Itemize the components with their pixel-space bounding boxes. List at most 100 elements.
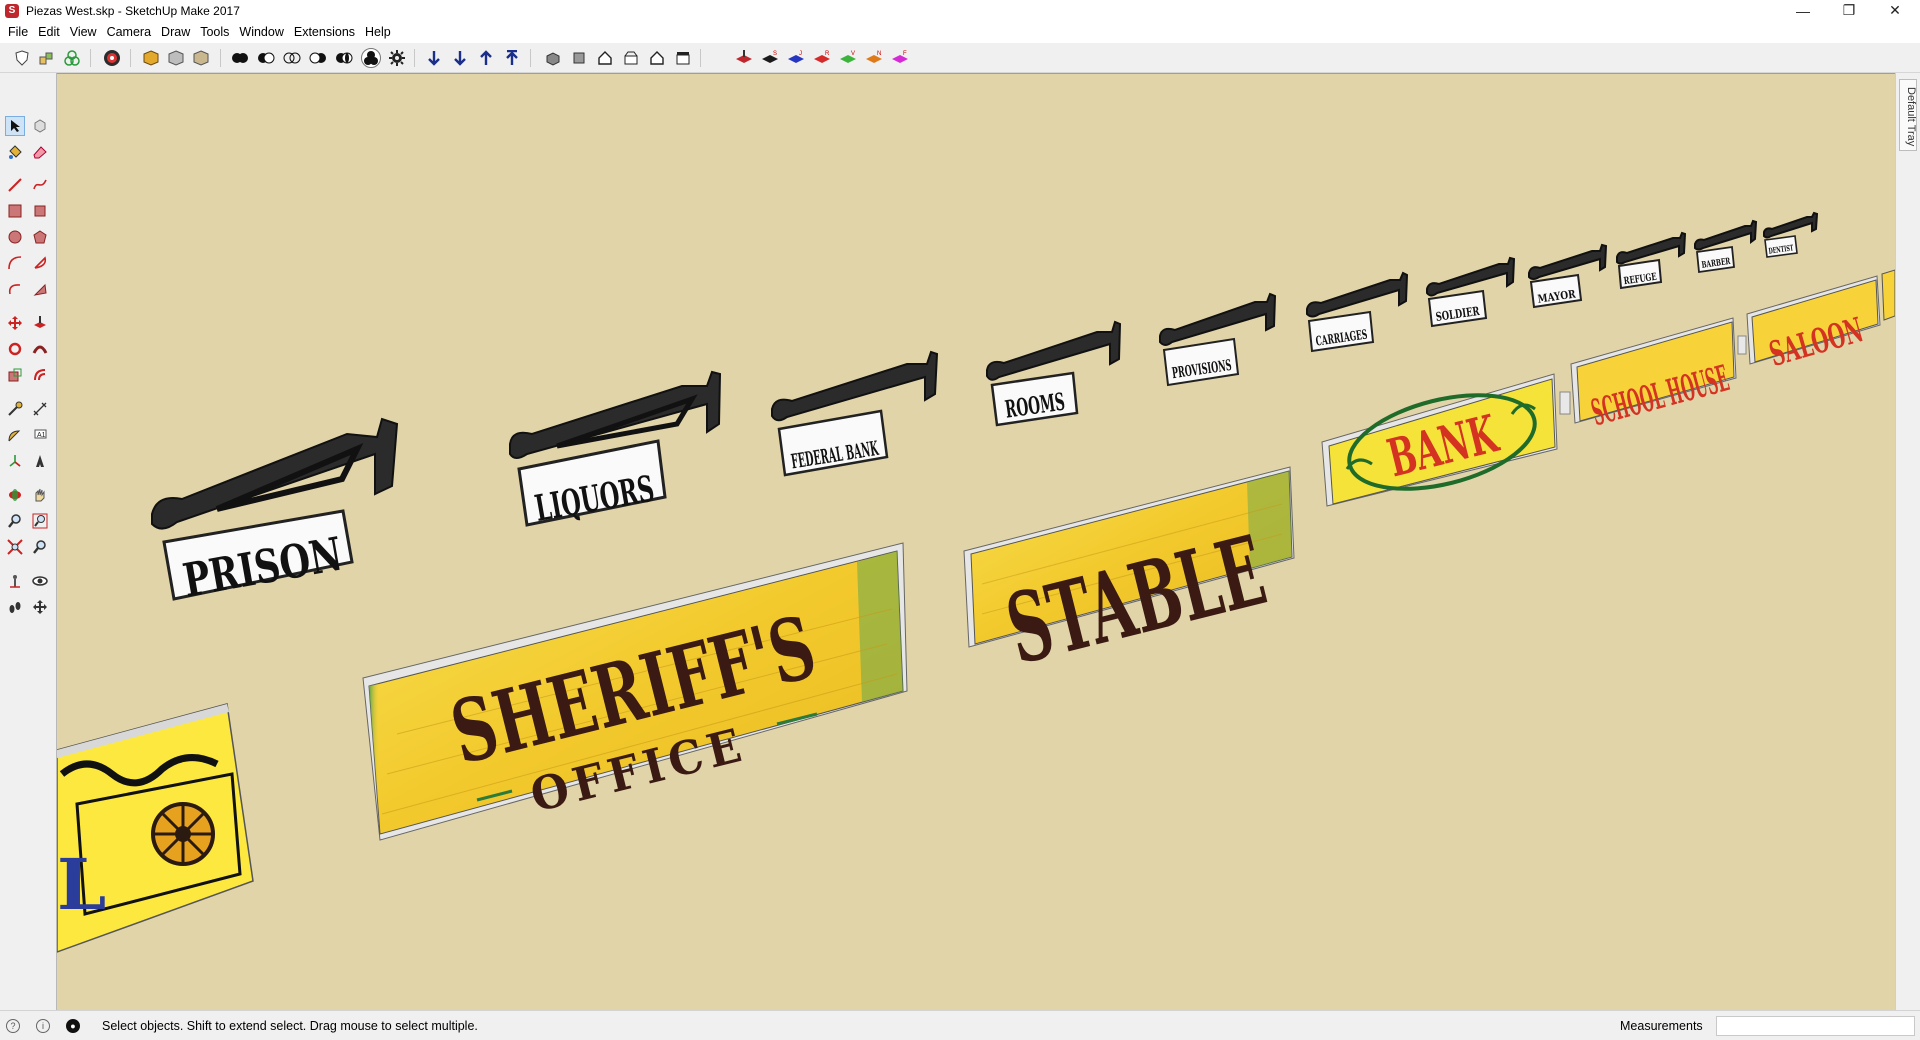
close-button[interactable]: ✕ <box>1872 0 1918 21</box>
position-camera-icon[interactable] <box>5 571 25 591</box>
rotate-icon[interactable] <box>5 339 25 359</box>
rectangle-icon[interactable] <box>5 201 25 221</box>
board-sheriffs-office[interactable]: SHERIFF'S OFFICE <box>362 542 908 841</box>
paint-bucket-icon[interactable] <box>5 142 25 162</box>
board-stable[interactable]: STABLE <box>963 466 1295 686</box>
zoom-window-icon[interactable] <box>30 511 50 531</box>
line-icon[interactable] <box>5 175 25 195</box>
zoom-extents-icon[interactable] <box>5 537 25 557</box>
right-view-icon[interactable] <box>621 48 641 68</box>
follow-me-icon[interactable] <box>30 339 50 359</box>
walk-icon[interactable] <box>5 597 25 617</box>
3point-arc-icon[interactable] <box>5 279 25 299</box>
minimize-button[interactable]: — <box>1780 0 1826 21</box>
menu-window[interactable]: Window <box>234 21 288 43</box>
tape-measure-icon[interactable] <box>5 399 25 419</box>
orbit-icon[interactable] <box>5 485 25 505</box>
dimension-icon[interactable] <box>30 399 50 419</box>
axes-icon[interactable] <box>5 451 25 471</box>
backface-style-icon[interactable] <box>256 48 276 68</box>
previous-view-icon[interactable] <box>30 537 50 557</box>
zoom-icon[interactable] <box>5 511 25 531</box>
3d-warehouse-icon[interactable] <box>141 48 161 68</box>
shield-icon[interactable] <box>12 48 32 68</box>
left-view-icon[interactable] <box>673 48 693 68</box>
hanging-sign-carriages[interactable]: CARRIAGES <box>1306 271 1409 353</box>
menu-file[interactable]: File <box>3 21 33 43</box>
default-tray-tab[interactable]: Default Tray <box>1899 79 1917 151</box>
textured-style-icon[interactable] <box>361 48 381 68</box>
hanging-sign-federal-bank[interactable]: FEDERAL BANK <box>771 350 939 477</box>
menu-camera[interactable]: Camera <box>102 21 156 43</box>
hanging-sign-barber[interactable]: BARBER <box>1694 219 1758 274</box>
front-view-icon[interactable] <box>595 48 615 68</box>
hanging-sign-prison[interactable]: PRISON <box>151 417 399 608</box>
credits-status-icon[interactable]: i <box>36 1019 50 1033</box>
hidden-line-style-icon[interactable] <box>308 48 328 68</box>
extension-warehouse-icon[interactable] <box>166 48 186 68</box>
top-view-icon[interactable] <box>569 48 589 68</box>
arrow-down-2-icon[interactable] <box>450 48 470 68</box>
circle-icon[interactable] <box>5 227 25 247</box>
back-view-icon[interactable] <box>647 48 667 68</box>
protractor-icon[interactable] <box>5 425 25 445</box>
pie-icon[interactable] <box>30 253 50 273</box>
menu-help[interactable]: Help <box>360 21 396 43</box>
menu-view[interactable]: View <box>65 21 102 43</box>
sandbox-n-icon[interactable]: N <box>864 48 884 68</box>
sandbox-icon[interactable] <box>734 48 754 68</box>
geo-status-icon[interactable]: ? <box>6 1019 20 1033</box>
arrow-up-top-icon[interactable] <box>502 48 522 68</box>
rotated-rectangle-icon[interactable] <box>30 201 50 221</box>
push-pull-icon[interactable] <box>30 313 50 333</box>
scale-icon[interactable] <box>5 365 25 385</box>
2point-arc-icon[interactable] <box>30 279 50 299</box>
hanging-sign-mayor[interactable]: MAYOR <box>1528 243 1608 309</box>
shaded-style-icon[interactable] <box>334 48 354 68</box>
select-icon[interactable] <box>5 116 25 136</box>
partial-board[interactable]: L <box>57 703 254 953</box>
section-plane-icon[interactable] <box>30 597 50 617</box>
sandbox-f-icon[interactable]: F <box>890 48 910 68</box>
share-model-icon[interactable] <box>191 48 211 68</box>
hanging-sign-rooms[interactable]: ROOMS <box>986 320 1122 427</box>
menu-edit[interactable]: Edit <box>33 21 65 43</box>
sandbox-j-icon[interactable]: J <box>786 48 806 68</box>
sandbox-s-icon[interactable]: S <box>760 48 780 68</box>
menu-tools[interactable]: Tools <box>195 21 234 43</box>
maximize-button[interactable]: ❐ <box>1826 0 1872 21</box>
text-icon[interactable]: A1 <box>30 425 50 445</box>
arrow-down-icon[interactable] <box>424 48 444 68</box>
freehand-icon[interactable] <box>30 175 50 195</box>
geolocation-icon[interactable] <box>102 48 122 68</box>
model-viewport[interactable]: PRISON LIQUORS FEDERAL BANK ROOMS PROVIS… <box>57 73 1895 1010</box>
style-settings-icon[interactable] <box>387 48 407 68</box>
component-icon[interactable] <box>36 48 56 68</box>
arc-icon[interactable] <box>5 253 25 273</box>
pan-icon[interactable] <box>30 485 50 505</box>
wireframe-style-icon[interactable] <box>282 48 302 68</box>
iso-view-icon[interactable] <box>543 48 563 68</box>
offset-icon[interactable] <box>30 365 50 385</box>
make-component-icon[interactable] <box>30 116 50 136</box>
menu-extensions[interactable]: Extensions <box>289 21 360 43</box>
polygon-icon[interactable] <box>30 227 50 247</box>
move-icon[interactable] <box>5 313 25 333</box>
user-account-icon[interactable]: ● <box>66 1019 80 1033</box>
xray-style-icon[interactable] <box>230 48 250 68</box>
board-saloon[interactable]: SALOON <box>1737 269 1895 375</box>
hanging-sign-soldier[interactable]: SOLDIER <box>1426 256 1516 328</box>
hanging-sign-dentist[interactable]: DENTIST <box>1763 211 1819 258</box>
hanging-sign-liquors[interactable]: LIQUORS <box>509 370 722 530</box>
triad-icon[interactable] <box>62 48 82 68</box>
hanging-sign-provisions[interactable]: PROVISIONS <box>1159 292 1277 387</box>
look-around-icon[interactable] <box>30 571 50 591</box>
arrow-up-icon[interactable] <box>476 48 496 68</box>
3d-text-icon[interactable] <box>30 451 50 471</box>
eraser-icon[interactable] <box>30 142 50 162</box>
menu-draw[interactable]: Draw <box>156 21 195 43</box>
board-bank[interactable]: BANK <box>1321 373 1558 507</box>
board-school-house[interactable]: SCHOOL HOUSE <box>1559 317 1737 434</box>
hanging-sign-refuge[interactable]: REFUGE <box>1616 231 1687 290</box>
measurements-input[interactable] <box>1716 1016 1915 1036</box>
